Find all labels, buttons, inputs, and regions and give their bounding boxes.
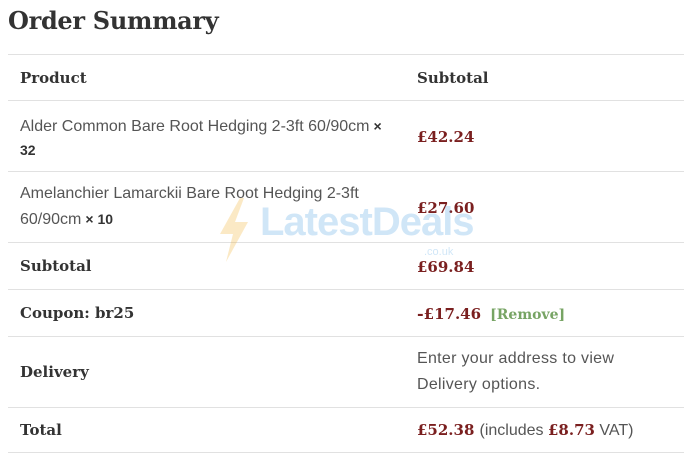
line-subtotal: £27.60 bbox=[417, 198, 475, 217]
vat-prefix: (includes bbox=[479, 422, 548, 439]
product-quantity: × 10 bbox=[85, 211, 114, 227]
product-cell: Alder Common Bare Root Hedging 2-3ft 60/… bbox=[8, 100, 405, 172]
total-value-cell: £52.38 (includes £8.73 VAT) bbox=[405, 407, 684, 453]
product-name: Alder Common Bare Root Hedging 2-3ft 60/… bbox=[20, 117, 370, 135]
vat-suffix: VAT) bbox=[594, 422, 634, 439]
vat-value: £8.73 bbox=[548, 421, 595, 439]
delivery-row: Delivery Enter your address to view Deli… bbox=[8, 336, 684, 408]
total-row: Total £52.38 (includes £8.73 VAT) bbox=[8, 407, 684, 453]
page-title: Order Summary bbox=[8, 6, 219, 35]
order-summary-table: Product Subtotal Alder Common Bare Root … bbox=[8, 54, 684, 453]
subtotal-value-cell: £69.84 bbox=[405, 242, 684, 290]
subtotal-row: Subtotal £69.84 bbox=[8, 242, 684, 290]
subtotal-label: Subtotal bbox=[8, 242, 405, 290]
coupon-value-cell: -£17.46 [Remove] bbox=[405, 289, 684, 337]
coupon-label: Coupon: br25 bbox=[8, 289, 405, 337]
product-cell: Amelanchier Lamarckii Bare Root Hedging … bbox=[8, 171, 405, 243]
delivery-info-text: Enter your address to view Delivery opti… bbox=[417, 350, 615, 393]
table-row: Alder Common Bare Root Hedging 2-3ft 60/… bbox=[8, 100, 684, 172]
delivery-info-cell: Enter your address to view Delivery opti… bbox=[405, 336, 684, 408]
product-name: Amelanchier Lamarckii Bare Root Hedging … bbox=[20, 185, 359, 228]
table-header-row: Product Subtotal bbox=[8, 54, 684, 101]
table-row: Amelanchier Lamarckii Bare Root Hedging … bbox=[8, 171, 684, 243]
line-subtotal-cell: £42.24 bbox=[405, 100, 684, 172]
delivery-label: Delivery bbox=[8, 336, 405, 408]
subtotal-value: £69.84 bbox=[417, 257, 475, 276]
total-label: Total bbox=[8, 407, 405, 453]
column-header-subtotal: Subtotal bbox=[405, 54, 684, 101]
coupon-minus-sign: - bbox=[417, 303, 424, 323]
line-subtotal-cell: £27.60 bbox=[405, 171, 684, 243]
column-header-product: Product bbox=[8, 54, 405, 101]
remove-coupon-link[interactable]: [Remove] bbox=[490, 307, 565, 323]
total-value: £52.38 bbox=[417, 421, 475, 439]
coupon-row: Coupon: br25 -£17.46 [Remove] bbox=[8, 289, 684, 337]
line-subtotal: £42.24 bbox=[417, 127, 475, 146]
coupon-discount-value: £17.46 bbox=[423, 304, 482, 323]
